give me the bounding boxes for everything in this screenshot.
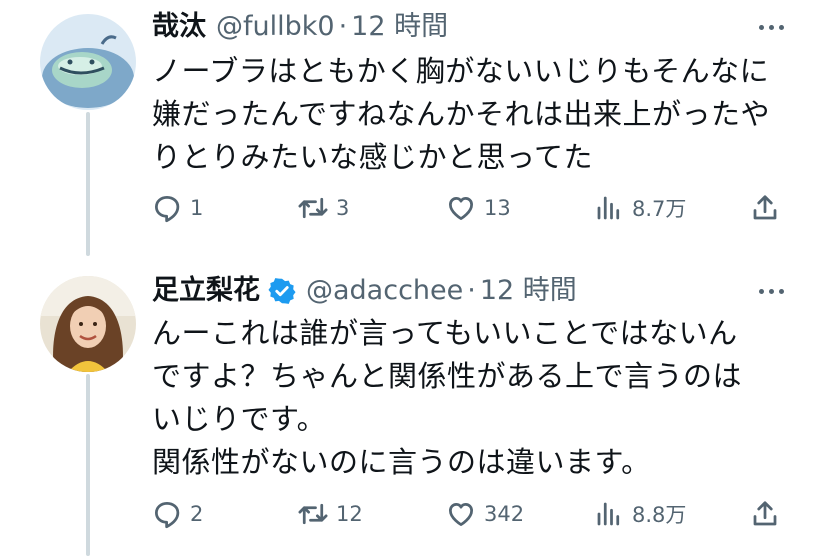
share-icon xyxy=(753,501,777,526)
reply-button[interactable]: 2 xyxy=(152,499,203,529)
tweet[interactable]: 足立梨花 @adacchee · 12 時間 んーこれは誰が言ってもいいことでは… xyxy=(0,262,828,556)
retweet-count: 3 xyxy=(336,196,350,220)
display-name[interactable]: 哉汰 xyxy=(152,10,206,44)
reply-count: 2 xyxy=(190,502,204,526)
retweet-icon xyxy=(298,503,328,525)
tweet[interactable]: 哉汰 @fullbk0 · 12 時間 ノーブラはともかく胸がないいじりもそんな… xyxy=(0,0,828,250)
retweet-icon xyxy=(298,197,328,219)
timestamp[interactable]: 12 時間 xyxy=(480,274,577,308)
like-button[interactable]: 13 xyxy=(446,193,511,223)
views-button[interactable]: 8.7万 xyxy=(594,193,686,223)
display-name[interactable]: 足立梨花 xyxy=(152,274,260,308)
action-bar: 2 12 342 8.8万 xyxy=(152,494,788,534)
more-icon[interactable] xyxy=(759,10,784,44)
user-handle[interactable]: @fullbk0 xyxy=(216,10,335,44)
verified-badge-icon xyxy=(268,277,296,305)
views-button[interactable]: 8.8万 xyxy=(594,499,686,529)
separator: · xyxy=(338,11,348,42)
retweet-button[interactable]: 3 xyxy=(298,193,349,223)
share-button[interactable] xyxy=(750,193,780,223)
views-icon xyxy=(597,502,620,526)
share-button[interactable] xyxy=(750,499,780,529)
timestamp[interactable]: 12 時間 xyxy=(351,10,448,44)
tweet-text: んーこれは誰が言ってもいいことではないん ですよ？ちゃんと関係性がある上で言うの… xyxy=(152,316,743,479)
separator: · xyxy=(467,275,476,306)
view-count: 8.8万 xyxy=(632,503,687,527)
avatar-image xyxy=(40,276,136,372)
like-button[interactable]: 342 xyxy=(446,499,524,529)
view-count: 8.7万 xyxy=(632,197,687,221)
like-count: 13 xyxy=(484,196,511,220)
tweet-header: 哉汰 @fullbk0 · 12 時間 xyxy=(152,10,448,44)
reply-count: 1 xyxy=(190,196,204,220)
like-count: 342 xyxy=(484,502,525,526)
reply-button[interactable]: 1 xyxy=(152,193,203,223)
action-bar: 1 3 13 8.7万 xyxy=(152,188,788,228)
like-icon xyxy=(449,503,473,526)
reply-icon xyxy=(155,502,180,529)
retweet-count: 12 xyxy=(336,502,363,526)
user-handle[interactable]: @adacchee xyxy=(306,274,463,308)
views-icon xyxy=(597,196,620,220)
like-icon xyxy=(449,197,473,220)
reply-icon xyxy=(155,196,180,223)
avatar[interactable] xyxy=(40,14,136,110)
avatar-image xyxy=(40,14,136,110)
more-icon[interactable] xyxy=(759,274,784,308)
tweet-text: ノーブラはともかく胸がないいじりもそんなに 嫌だったんですねなんかそれは出来上が… xyxy=(152,54,771,174)
tweet-header: 足立梨花 @adacchee · 12 時間 xyxy=(152,274,577,308)
avatar[interactable] xyxy=(40,276,136,372)
retweet-button[interactable]: 12 xyxy=(298,499,363,529)
share-icon xyxy=(753,195,777,220)
